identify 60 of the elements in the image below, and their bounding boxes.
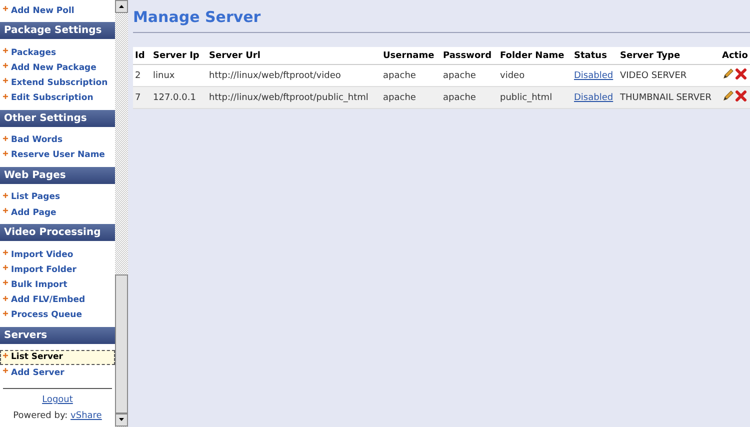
delete-icon[interactable] — [735, 68, 747, 80]
sidebar-item[interactable]: Import Video — [0, 246, 115, 262]
sidebar-item[interactable]: Bad Words — [0, 132, 115, 148]
sidebar-item[interactable]: Edit Subscription — [0, 90, 115, 106]
table-cell: THUMBNAIL SERVER — [620, 92, 712, 102]
scrollbar-drawing[interactable] — [115, 0, 128, 427]
sidebar-item[interactable]: Add Server — [0, 364, 115, 380]
table-cell: 7 — [135, 92, 141, 102]
section-header: Web Pages — [0, 167, 115, 184]
plus-icon — [3, 368, 8, 373]
plus-icon — [3, 63, 8, 68]
plus-icon — [3, 136, 8, 141]
page-title: Manage Server — [133, 8, 750, 33]
table-cell: linux — [153, 70, 175, 80]
table-cell: 2 — [135, 70, 141, 80]
section-header: Servers — [0, 327, 115, 344]
plus-icon — [3, 78, 8, 84]
logout-link[interactable]: Logout — [42, 395, 73, 406]
plus-icon — [3, 192, 8, 198]
section-header: Other Settings — [0, 110, 115, 127]
table-cell: VIDEO SERVER — [620, 70, 687, 80]
sidebar-item[interactable]: Process Queue — [0, 308, 115, 323]
table-cell: apache — [383, 92, 416, 102]
plus-icon — [3, 250, 8, 255]
plus-icon — [3, 352, 8, 358]
delete-icon[interactable] — [735, 90, 747, 102]
sidebar-item[interactable]: Add New Package — [0, 60, 115, 76]
pencil-icon[interactable] — [722, 90, 734, 102]
sidebar-item[interactable]: Add Page — [0, 204, 115, 220]
sidebar-item[interactable]: Packages — [0, 44, 115, 60]
sidebar-item[interactable]: Bulk Import — [0, 277, 115, 293]
sidebar-item[interactable]: List Server — [0, 350, 115, 365]
plus-icon — [3, 48, 8, 53]
sidebar-item[interactable]: Add New Poll — [0, 3, 115, 18]
pencil-icon[interactable] — [722, 68, 734, 80]
section-header: Video Processing — [0, 224, 115, 241]
plus-icon — [3, 208, 8, 213]
plus-icon — [3, 310, 8, 316]
table-cell: apache — [383, 70, 416, 80]
plus-icon — [3, 280, 8, 286]
sidebar-item[interactable]: Add FLV/Embed — [0, 292, 115, 308]
table-cell: http://linux/web/ftproot/public_html — [209, 92, 368, 102]
sidebar-item[interactable]: Extend Subscription — [0, 75, 115, 91]
powered-by-label: Powered by: — [13, 411, 69, 422]
plus-icon — [3, 94, 8, 99]
plus-icon — [3, 6, 8, 11]
table-cell: video — [500, 70, 525, 80]
table-cell: apache — [443, 92, 476, 102]
plus-icon — [3, 265, 8, 270]
table-cell: 127.0.0.1 — [153, 92, 196, 102]
vshare-link[interactable]: vShare — [70, 411, 102, 422]
sidebar-item[interactable]: Reserve User Name — [0, 148, 115, 163]
table-cell: apache — [443, 70, 476, 80]
sidebar-item[interactable]: List Pages — [0, 190, 115, 205]
table-cell: public_html — [500, 92, 552, 102]
plus-icon — [3, 150, 8, 156]
table-cell: http://linux/web/ftproot/video — [209, 70, 341, 80]
plus-icon — [3, 296, 8, 301]
section-header: Package Settings — [0, 22, 115, 39]
sidebar-item[interactable]: Import Folder — [0, 262, 115, 278]
